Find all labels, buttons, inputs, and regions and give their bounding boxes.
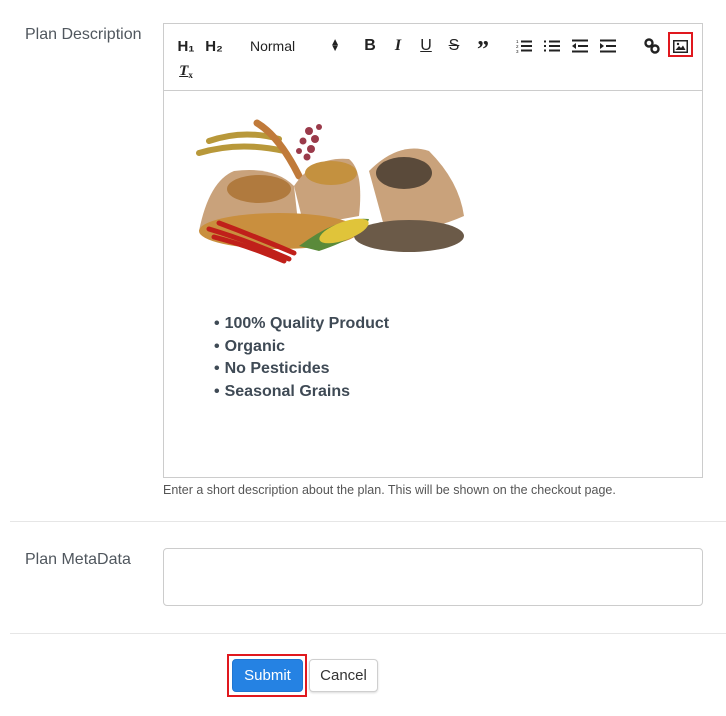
submit-button[interactable]: Submit [232,659,303,692]
format-select-value: Normal [250,38,296,54]
format-select[interactable]: Normal ▲ ▼ [250,35,340,57]
plan-description-label: Plan Description [25,26,142,43]
header-2-button[interactable]: H₂ [204,35,224,57]
bold-icon: B [364,37,376,54]
image-button[interactable] [670,35,690,57]
feature-item: 100% Quality Product [214,313,390,336]
italic-button[interactable]: I [389,35,407,57]
rich-text-editor: H₁ H₂ Normal ▲ ▼ B I U S ” 123 Tx • 100%… [163,23,703,478]
header-1-button[interactable]: H₁ [176,35,196,57]
section-divider [10,521,726,522]
strike-button[interactable]: S [445,35,463,57]
link-button[interactable] [642,35,662,57]
quote-icon: ” [477,36,489,63]
feature-list: 100% Quality Product Organic No Pesticid… [214,313,390,404]
underline-button[interactable]: U [417,35,435,57]
feature-item: No Pesticides [214,358,389,381]
section-divider [10,633,726,634]
blockquote-button[interactable]: ” [473,35,493,63]
plan-metadata-label: Plan MetaData [25,551,131,568]
description-help-text: Enter a short description about the plan… [163,483,616,497]
link-icon [644,38,660,54]
clean-format-button[interactable]: Tx [176,60,196,82]
editor-content[interactable]: 100% Quality Product Organic No Pesticid… [163,91,703,478]
indent-icon [600,39,616,53]
bullet-list-button[interactable] [542,35,562,57]
outdent-icon [572,39,588,53]
italic-icon: I [394,37,402,54]
grains-and-spices-image [196,119,464,264]
select-arrows-icon: ▲ ▼ [330,37,340,54]
bullet-list-icon [544,40,560,52]
image-icon [672,39,688,53]
cancel-button[interactable]: Cancel [309,659,378,692]
feature-item: Organic [214,336,389,359]
feature-item: Seasonal Grains [214,381,389,404]
strike-icon: S [448,37,460,54]
underline-icon: U [420,37,432,54]
svg-text:3: 3 [516,49,519,53]
plan-metadata-input[interactable] [163,548,703,606]
bold-button[interactable]: B [361,35,379,57]
clear-format-icon: T [179,62,189,79]
indent-button[interactable] [598,35,618,57]
ordered-list-icon: 123 [516,39,532,53]
editor-toolbar: H₁ H₂ Normal ▲ ▼ B I U S ” 123 Tx [163,23,703,91]
ordered-list-button[interactable]: 123 [514,35,534,57]
outdent-button[interactable] [570,35,590,57]
